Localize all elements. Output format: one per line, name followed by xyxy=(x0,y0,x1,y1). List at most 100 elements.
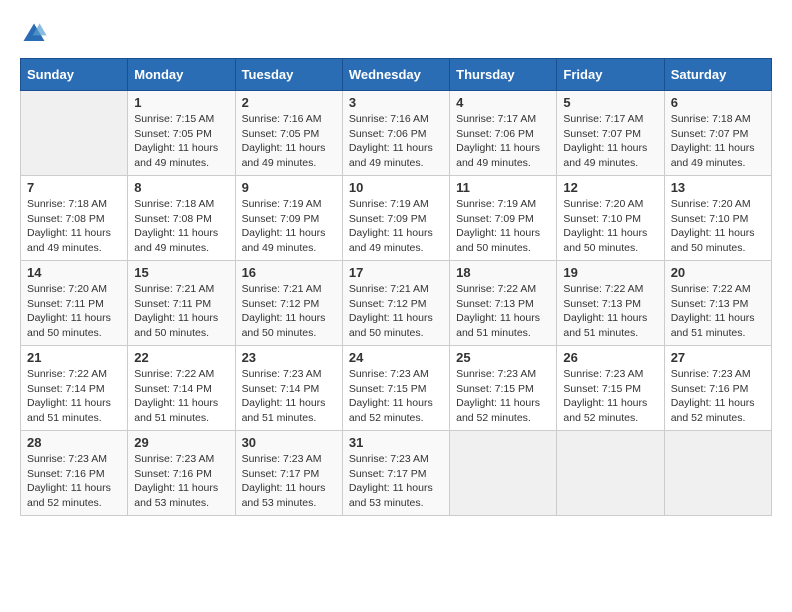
day-info: Sunrise: 7:22 AM Sunset: 7:13 PM Dayligh… xyxy=(563,282,657,341)
weekday-header-tuesday: Tuesday xyxy=(235,59,342,91)
day-cell: 19 Sunrise: 7:22 AM Sunset: 7:13 PM Dayli… xyxy=(557,261,664,346)
day-number: 9 xyxy=(242,180,336,195)
day-cell: 1Sunrise: 7:15 AM Sunset: 7:05 PM Daylig… xyxy=(128,91,235,176)
day-cell: 17 Sunrise: 7:21 AM Sunset: 7:12 PM Dayli… xyxy=(342,261,449,346)
weekday-header-monday: Monday xyxy=(128,59,235,91)
day-info: Sunrise: 7:23 AM Sunset: 7:15 PM Dayligh… xyxy=(349,367,443,426)
day-info: Sunrise: 7:20 AM Sunset: 7:10 PM Dayligh… xyxy=(563,197,657,256)
day-cell: 27Sunrise: 7:23 AM Sunset: 7:16 PM Dayli… xyxy=(664,346,771,431)
day-number: 29 xyxy=(134,435,228,450)
day-info: Sunrise: 7:17 AM Sunset: 7:06 PM Dayligh… xyxy=(456,112,550,171)
logo xyxy=(20,20,52,48)
day-number: 23 xyxy=(242,350,336,365)
day-number: 8 xyxy=(134,180,228,195)
day-info: Sunrise: 7:22 AM Sunset: 7:14 PM Dayligh… xyxy=(27,367,121,426)
day-cell: 5Sunrise: 7:17 AM Sunset: 7:07 PM Daylig… xyxy=(557,91,664,176)
day-info: Sunrise: 7:23 AM Sunset: 7:17 PM Dayligh… xyxy=(349,452,443,511)
day-number: 10 xyxy=(349,180,443,195)
day-number: 18 xyxy=(456,265,550,280)
day-number: 30 xyxy=(242,435,336,450)
day-cell xyxy=(21,91,128,176)
weekday-header-sunday: Sunday xyxy=(21,59,128,91)
day-number: 17 xyxy=(349,265,443,280)
day-info: Sunrise: 7:23 AM Sunset: 7:15 PM Dayligh… xyxy=(456,367,550,426)
day-number: 7 xyxy=(27,180,121,195)
day-cell: 11 Sunrise: 7:19 AM Sunset: 7:09 PM Dayli… xyxy=(450,176,557,261)
day-info: Sunrise: 7:23 AM Sunset: 7:16 PM Dayligh… xyxy=(27,452,121,511)
day-info: Sunrise: 7:23 AM Sunset: 7:15 PM Dayligh… xyxy=(563,367,657,426)
day-cell: 16 Sunrise: 7:21 AM Sunset: 7:12 PM Dayli… xyxy=(235,261,342,346)
day-cell: 20 Sunrise: 7:22 AM Sunset: 7:13 PM Dayli… xyxy=(664,261,771,346)
weekday-header-thursday: Thursday xyxy=(450,59,557,91)
week-row-4: 21 Sunrise: 7:22 AM Sunset: 7:14 PM Dayli… xyxy=(21,346,772,431)
weekday-header-friday: Friday xyxy=(557,59,664,91)
day-cell: 23 Sunrise: 7:23 AM Sunset: 7:14 PM Dayli… xyxy=(235,346,342,431)
day-number: 4 xyxy=(456,95,550,110)
day-number: 14 xyxy=(27,265,121,280)
day-number: 1 xyxy=(134,95,228,110)
day-cell: 21 Sunrise: 7:22 AM Sunset: 7:14 PM Dayli… xyxy=(21,346,128,431)
day-cell: 25 Sunrise: 7:23 AM Sunset: 7:15 PM Dayli… xyxy=(450,346,557,431)
day-cell: 29 Sunrise: 7:23 AM Sunset: 7:16 PM Dayli… xyxy=(128,431,235,516)
header xyxy=(20,20,772,48)
day-cell: 7 Sunrise: 7:18 AM Sunset: 7:08 PM Daylig… xyxy=(21,176,128,261)
day-info: Sunrise: 7:16 AM Sunset: 7:06 PM Dayligh… xyxy=(349,112,443,171)
day-info: Sunrise: 7:17 AM Sunset: 7:07 PM Dayligh… xyxy=(563,112,657,171)
day-number: 12 xyxy=(563,180,657,195)
day-number: 13 xyxy=(671,180,765,195)
calendar-table: SundayMondayTuesdayWednesdayThursdayFrid… xyxy=(20,58,772,516)
weekday-header-saturday: Saturday xyxy=(664,59,771,91)
day-number: 20 xyxy=(671,265,765,280)
day-info: Sunrise: 7:20 AM Sunset: 7:11 PM Dayligh… xyxy=(27,282,121,341)
day-info: Sunrise: 7:23 AM Sunset: 7:16 PM Dayligh… xyxy=(134,452,228,511)
day-cell: 22 Sunrise: 7:22 AM Sunset: 7:14 PM Dayli… xyxy=(128,346,235,431)
week-row-5: 28 Sunrise: 7:23 AM Sunset: 7:16 PM Dayli… xyxy=(21,431,772,516)
weekday-header-wednesday: Wednesday xyxy=(342,59,449,91)
day-info: Sunrise: 7:18 AM Sunset: 7:08 PM Dayligh… xyxy=(134,197,228,256)
day-cell: 24Sunrise: 7:23 AM Sunset: 7:15 PM Dayli… xyxy=(342,346,449,431)
day-number: 25 xyxy=(456,350,550,365)
day-cell: 13 Sunrise: 7:20 AM Sunset: 7:10 PM Dayli… xyxy=(664,176,771,261)
day-cell xyxy=(450,431,557,516)
day-number: 19 xyxy=(563,265,657,280)
day-number: 22 xyxy=(134,350,228,365)
day-cell: 6 Sunrise: 7:18 AM Sunset: 7:07 PM Daylig… xyxy=(664,91,771,176)
day-cell: 10Sunrise: 7:19 AM Sunset: 7:09 PM Dayli… xyxy=(342,176,449,261)
day-cell: 3 Sunrise: 7:16 AM Sunset: 7:06 PM Daylig… xyxy=(342,91,449,176)
day-info: Sunrise: 7:18 AM Sunset: 7:07 PM Dayligh… xyxy=(671,112,765,171)
day-info: Sunrise: 7:23 AM Sunset: 7:17 PM Dayligh… xyxy=(242,452,336,511)
day-cell: 31Sunrise: 7:23 AM Sunset: 7:17 PM Dayli… xyxy=(342,431,449,516)
day-info: Sunrise: 7:19 AM Sunset: 7:09 PM Dayligh… xyxy=(242,197,336,256)
day-info: Sunrise: 7:21 AM Sunset: 7:12 PM Dayligh… xyxy=(242,282,336,341)
day-info: Sunrise: 7:21 AM Sunset: 7:12 PM Dayligh… xyxy=(349,282,443,341)
day-cell: 4 Sunrise: 7:17 AM Sunset: 7:06 PM Daylig… xyxy=(450,91,557,176)
day-info: Sunrise: 7:18 AM Sunset: 7:08 PM Dayligh… xyxy=(27,197,121,256)
day-number: 2 xyxy=(242,95,336,110)
day-cell: 28 Sunrise: 7:23 AM Sunset: 7:16 PM Dayli… xyxy=(21,431,128,516)
day-number: 6 xyxy=(671,95,765,110)
day-info: Sunrise: 7:22 AM Sunset: 7:13 PM Dayligh… xyxy=(671,282,765,341)
day-info: Sunrise: 7:20 AM Sunset: 7:10 PM Dayligh… xyxy=(671,197,765,256)
day-cell: 30 Sunrise: 7:23 AM Sunset: 7:17 PM Dayli… xyxy=(235,431,342,516)
day-number: 21 xyxy=(27,350,121,365)
day-number: 3 xyxy=(349,95,443,110)
weekday-header-row: SundayMondayTuesdayWednesdayThursdayFrid… xyxy=(21,59,772,91)
day-number: 16 xyxy=(242,265,336,280)
day-number: 28 xyxy=(27,435,121,450)
day-info: Sunrise: 7:22 AM Sunset: 7:14 PM Dayligh… xyxy=(134,367,228,426)
logo-icon xyxy=(20,20,48,48)
day-info: Sunrise: 7:21 AM Sunset: 7:11 PM Dayligh… xyxy=(134,282,228,341)
week-row-3: 14 Sunrise: 7:20 AM Sunset: 7:11 PM Dayli… xyxy=(21,261,772,346)
day-info: Sunrise: 7:22 AM Sunset: 7:13 PM Dayligh… xyxy=(456,282,550,341)
day-number: 15 xyxy=(134,265,228,280)
day-cell xyxy=(664,431,771,516)
day-cell: 26 Sunrise: 7:23 AM Sunset: 7:15 PM Dayli… xyxy=(557,346,664,431)
day-cell: 14 Sunrise: 7:20 AM Sunset: 7:11 PM Dayli… xyxy=(21,261,128,346)
day-number: 11 xyxy=(456,180,550,195)
day-cell: 8 Sunrise: 7:18 AM Sunset: 7:08 PM Daylig… xyxy=(128,176,235,261)
day-cell: 18 Sunrise: 7:22 AM Sunset: 7:13 PM Dayli… xyxy=(450,261,557,346)
day-cell: 15 Sunrise: 7:21 AM Sunset: 7:11 PM Dayli… xyxy=(128,261,235,346)
day-info: Sunrise: 7:23 AM Sunset: 7:14 PM Dayligh… xyxy=(242,367,336,426)
day-info: Sunrise: 7:19 AM Sunset: 7:09 PM Dayligh… xyxy=(456,197,550,256)
day-number: 26 xyxy=(563,350,657,365)
